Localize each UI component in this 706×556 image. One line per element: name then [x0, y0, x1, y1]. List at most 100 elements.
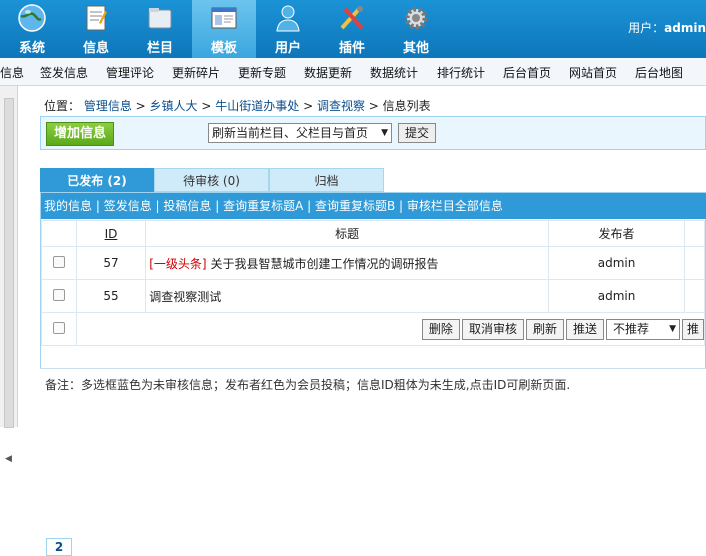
breadcrumb-item[interactable]: 乡镇人大 — [150, 99, 198, 113]
link-dup-title-b[interactable]: 查询重复标题B — [315, 199, 395, 213]
row-title[interactable]: 调查视察测试 — [149, 290, 221, 304]
table-footer-row: 删除 取消审核 刷新 推送 不推荐 ▼ 推 — [41, 312, 706, 346]
menu-item[interactable]: 签发信息 — [40, 64, 88, 81]
globe-icon — [18, 4, 46, 32]
table-header: ID 标题 发布者 — [41, 220, 705, 247]
row-checkbox-cell — [41, 246, 77, 280]
breadcrumb-item[interactable]: 调查视察 — [317, 99, 365, 113]
row-title[interactable]: 关于我县智慧城市创建工作情况的调研报告 — [210, 257, 438, 271]
row-publisher[interactable]: admin — [547, 246, 686, 280]
gear-icon — [404, 6, 428, 30]
refresh-select-value: 刷新当前栏目、父栏目与首页 — [212, 126, 369, 140]
nav-item-label: 系统 — [18, 41, 45, 56]
tab-pending[interactable]: 待审核 (0) — [154, 168, 269, 192]
link-dup-title-a[interactable]: 查询重复标题A — [223, 199, 303, 213]
recommend-select-value: 不推荐 — [612, 321, 649, 336]
nav-item-template[interactable]: 模板 — [192, 0, 256, 58]
breadcrumb-sep: > — [299, 99, 317, 113]
breadcrumb-current: 信息列表 — [382, 99, 431, 113]
breadcrumb-sep: > — [131, 99, 150, 113]
menu-item[interactable]: 后台地图 — [635, 64, 683, 81]
recommend-select[interactable]: 不推荐 ▼ — [605, 318, 680, 340]
dropdown-arrow-icon: ▼ — [381, 128, 388, 138]
header-checkbox — [41, 220, 77, 247]
tab-published[interactable]: 已发布 (2) — [40, 168, 154, 192]
cancel-audit-button[interactable]: 取消审核 — [461, 318, 524, 340]
folder-icon — [148, 8, 172, 29]
page-number[interactable]: 2 — [46, 538, 72, 556]
row-checkbox-cell — [41, 279, 77, 313]
user-icon — [276, 5, 300, 32]
menu-item[interactable]: 更新专题 — [238, 64, 286, 81]
collapse-arrow-icon[interactable]: ◀ — [5, 454, 12, 464]
menu-item[interactable]: 网站首页 — [569, 64, 617, 81]
add-info-button[interactable]: 增加信息 — [46, 122, 114, 146]
row-publisher[interactable]: admin — [547, 279, 686, 313]
menu-item[interactable]: 信息 — [0, 64, 24, 81]
submit-button[interactable]: 提交 — [398, 123, 436, 143]
breadcrumb: 位置： 管理信息 > 乡镇人大 > 牛山街道办事处 > 调查视察 > 信息列表 — [44, 97, 431, 114]
push-button[interactable]: 推送 — [565, 318, 604, 340]
nav-item-label: 用户 — [274, 41, 301, 56]
menu-item[interactable]: 排行统计 — [437, 64, 485, 81]
link-sign-info[interactable]: 签发信息 — [104, 199, 152, 213]
header-id[interactable]: ID — [75, 220, 147, 247]
row-title-cell: [一级头条] 关于我县智慧城市创建工作情况的调研报告 — [145, 246, 549, 280]
info-table: ID 标题 发布者 57 [一级头条] 关于我县智慧城市创建工作情况的调研报告 … — [41, 220, 706, 346]
breadcrumb-sep: > — [197, 99, 216, 113]
nav-item-other[interactable]: 其他 — [384, 0, 448, 58]
nav-item-system[interactable]: 系统 — [0, 0, 64, 58]
menu-bar: 信息 签发信息 管理评论 更新碎片 更新专题 数据更新 数据统计 排行统计 后台… — [0, 58, 706, 86]
refresh-button[interactable]: 刷新 — [525, 318, 564, 340]
row-extra — [684, 279, 705, 313]
recommend-submit-button[interactable]: 推 — [681, 318, 704, 340]
header-title: 标题 — [145, 220, 549, 247]
user-name[interactable]: admin — [664, 21, 706, 35]
nav-item-label: 栏目 — [146, 41, 173, 56]
table-row: 55 调查视察测试 admin — [41, 279, 705, 313]
footer-checkbox-cell — [41, 312, 77, 346]
left-scrollbar[interactable]: ◀ — [0, 86, 18, 464]
row-checkbox[interactable] — [52, 255, 65, 268]
nav-item-info[interactable]: 信息 — [64, 0, 128, 58]
menu-item[interactable]: 后台首页 — [503, 64, 551, 81]
tools-icon — [340, 6, 364, 30]
row-tag: [一级头条] — [149, 256, 207, 271]
nav-item-label: 其他 — [402, 41, 429, 56]
header-publisher: 发布者 — [547, 220, 686, 247]
action-bar: 增加信息 刷新当前栏目、父栏目与首页 ▼ 提交 — [40, 116, 706, 150]
menu-item[interactable]: 数据统计 — [370, 64, 418, 81]
row-checkbox[interactable] — [52, 288, 65, 301]
menu-item[interactable]: 管理评论 — [106, 64, 154, 81]
select-all-checkbox[interactable] — [52, 321, 65, 334]
breadcrumb-item[interactable]: 管理信息 — [84, 99, 132, 113]
row-title-cell: 调查视察测试 — [145, 279, 549, 313]
breadcrumb-prefix: 位置： — [44, 99, 81, 113]
user-prefix: 用户： — [628, 21, 665, 35]
nav-item-plugin[interactable]: 插件 — [320, 0, 384, 58]
row-id[interactable]: 55 — [75, 279, 147, 313]
table-row: 57 [一级头条] 关于我县智慧城市创建工作情况的调研报告 admin — [41, 246, 705, 280]
link-contrib-info[interactable]: 投稿信息 — [163, 199, 211, 213]
filter-links: 我的信息 | 签发信息 | 投稿信息 | 查询重复标题A | 查询重复标题B |… — [41, 193, 706, 219]
breadcrumb-item[interactable]: 牛山街道办事处 — [215, 99, 299, 113]
nav-item-label: 插件 — [338, 41, 365, 56]
menu-item[interactable]: 数据更新 — [304, 64, 352, 81]
header-extra — [684, 220, 705, 247]
nav-item-column[interactable]: 栏目 — [128, 0, 192, 58]
row-extra — [684, 246, 705, 280]
note-text: 备注：多选框蓝色为未审核信息；发布者红色为会员投稿；信息ID粗体为未生成,点击I… — [40, 368, 706, 395]
row-id[interactable]: 57 — [75, 246, 147, 280]
refresh-select[interactable]: 刷新当前栏目、父栏目与首页 ▼ — [208, 123, 392, 143]
menu-item[interactable]: 更新碎片 — [172, 64, 220, 81]
delete-button[interactable]: 删除 — [421, 318, 460, 340]
scrollbar-thumb[interactable] — [4, 98, 14, 428]
link-my-info[interactable]: 我的信息 — [44, 199, 92, 213]
tab-archive[interactable]: 归档 — [269, 168, 384, 192]
breadcrumb-sep: > — [364, 99, 383, 113]
footer-buttons: 删除 取消审核 刷新 推送 不推荐 ▼ 推 — [75, 312, 706, 346]
nav-item-label: 信息 — [82, 41, 109, 56]
document-icon — [86, 5, 107, 31]
link-audit-all[interactable]: 审核栏目全部信息 — [407, 199, 503, 213]
nav-item-user[interactable]: 用户 — [256, 0, 320, 58]
